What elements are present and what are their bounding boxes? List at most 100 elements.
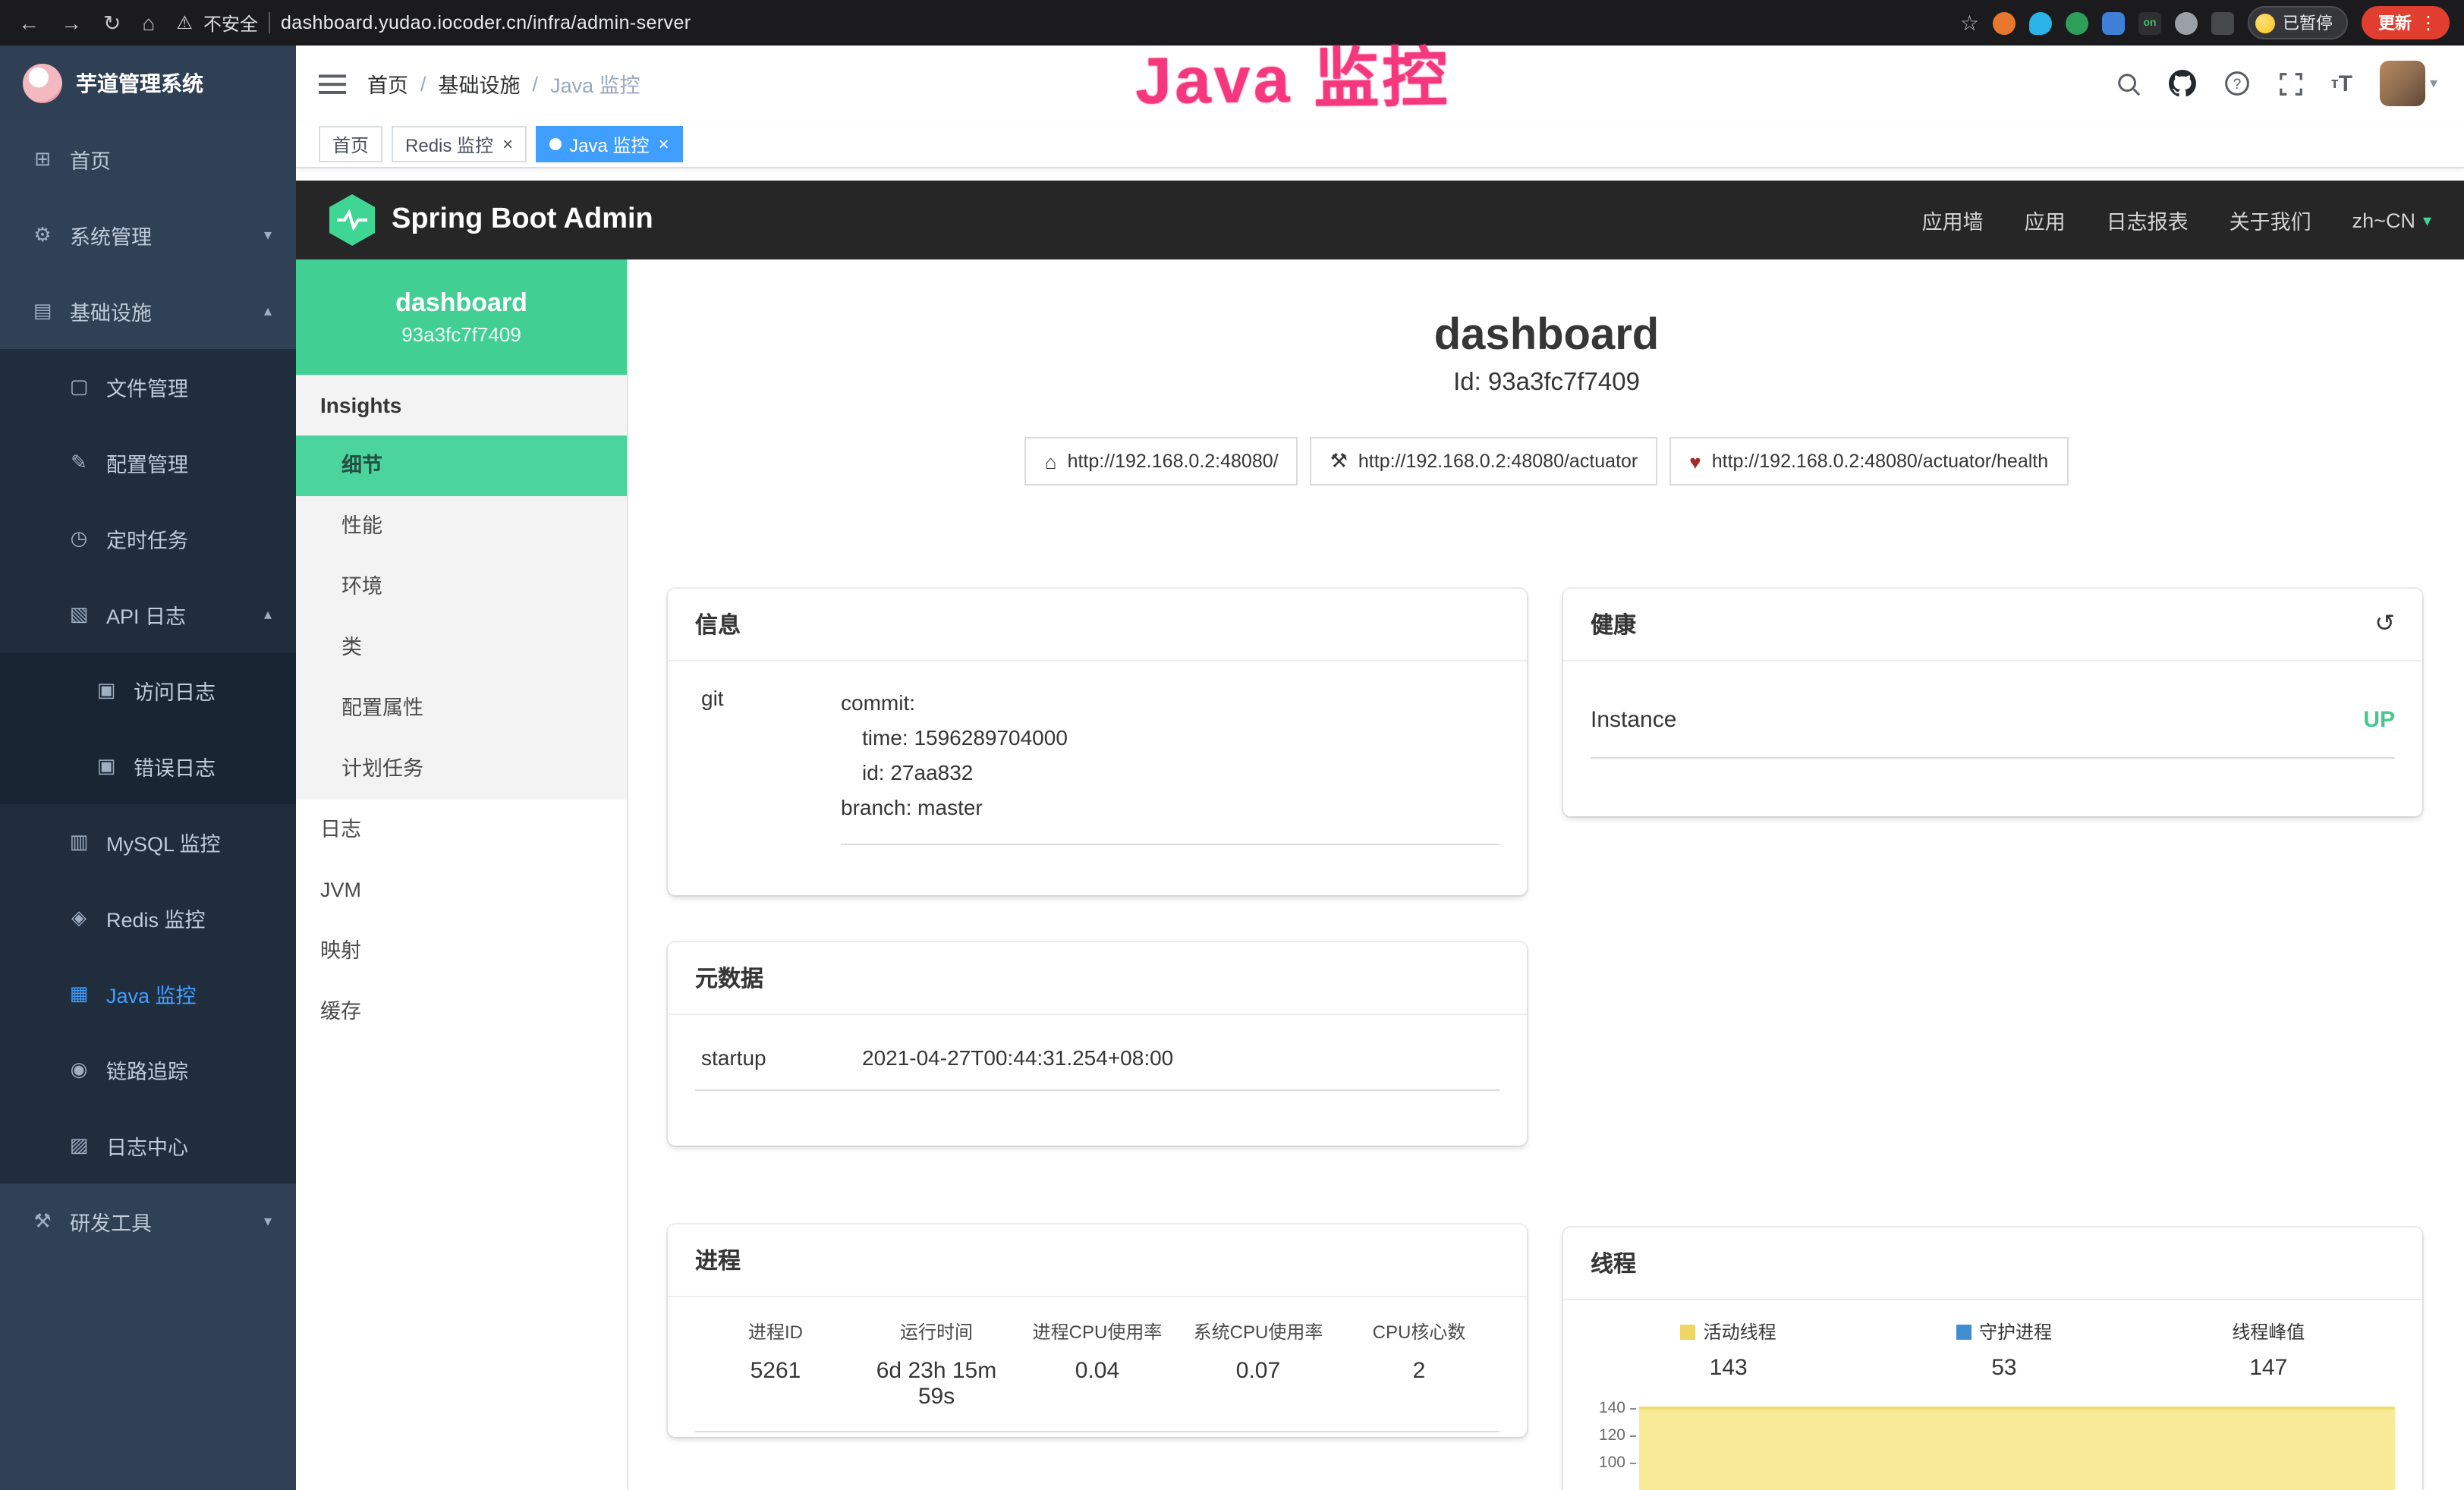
fullscreen-icon[interactable] [2278, 71, 2304, 96]
sba-menu-environment[interactable]: 环境 [296, 557, 627, 618]
sidebar-item-file-mgmt[interactable]: ▢ 文件管理 [0, 349, 296, 425]
sba-menu-classes[interactable]: 类 [296, 618, 627, 678]
sidebar-item-label: 访问日志 [134, 675, 216, 706]
tab-java-monitor[interactable]: Java 监控 × [536, 126, 682, 162]
brand-title: 芋道管理系统 [76, 68, 203, 99]
sba-menu-caches[interactable]: 缓存 [296, 982, 627, 1042]
tab-home[interactable]: 首页 [319, 126, 382, 162]
instance-subtitle: Id: 93a3fc7f7409 [628, 369, 2464, 398]
metadata-card: 元数据 startup 2021-04-27T00:44:31.254+08:0… [668, 942, 1527, 1146]
search-icon[interactable] [2116, 71, 2141, 96]
sba-menu-metrics[interactable]: 性能 [296, 496, 627, 557]
instance-links: ⌂ http://192.168.0.2:48080/ ⚒ http://192… [628, 437, 2464, 486]
service-url-link[interactable]: ⌂ http://192.168.0.2:48080/ [1025, 437, 1298, 486]
sidebar-item-infrastructure[interactable]: ▤ 基础设施 ▴ [0, 273, 296, 349]
sidebar-item-config-mgmt[interactable]: ✎ 配置管理 [0, 425, 296, 501]
process-pid: 进程ID 5261 [695, 1319, 856, 1410]
monitor-icon: ▦ [67, 982, 91, 1006]
app-logo[interactable]: 芋道管理系统 [0, 46, 296, 121]
bookmark-star-icon[interactable]: ☆ [1960, 10, 1979, 36]
extension-on-icon[interactable]: on [2138, 11, 2161, 34]
sidebar-item-access-logs[interactable]: ▣ 访问日志 [0, 652, 296, 728]
sidebar-item-label: MySQL 监控 [106, 827, 221, 857]
sba-locale-selector[interactable]: zh~CN ▾ [2352, 209, 2431, 231]
sidebar-item-scheduled-jobs[interactable]: ◷ 定时任务 [0, 501, 296, 577]
sba-menu-insights[interactable]: Insights [296, 375, 627, 435]
database-icon: ▥ [67, 830, 91, 854]
edit-icon: ✎ [67, 451, 91, 475]
info-card: 信息 git commit: time: 1596289704000 id: 2… [668, 589, 1527, 895]
sidebar-item-error-logs[interactable]: ▣ 错误日志 [0, 728, 296, 804]
extension-green-icon[interactable] [2066, 11, 2088, 34]
extension-leaf-icon[interactable] [2175, 11, 2198, 34]
sba-menu-config-props[interactable]: 配置属性 [296, 678, 627, 739]
chevron-up-icon: ▴ [264, 303, 272, 319]
sba-nav-journal[interactable]: 日志报表 [2107, 205, 2189, 235]
health-url-link[interactable]: ♥ http://192.168.0.2:48080/actuator/heal… [1669, 437, 2068, 486]
sidebar-item-label: 日志中心 [106, 1130, 188, 1161]
address-bar[interactable]: ⚠ 不安全 dashboard.yudao.iocoder.cn/infra/a… [176, 10, 691, 36]
sidebar-item-dev-tools[interactable]: ⚒ 研发工具 ▾ [0, 1184, 296, 1259]
sba-brand-title[interactable]: Spring Boot Admin [392, 203, 653, 237]
sidebar-item-api-logs[interactable]: ▧ API 日志 ▴ [0, 577, 296, 652]
reload-icon[interactable]: ↻ [103, 10, 121, 36]
sba-content: dashboard Id: 93a3fc7f7409 ⌂ http://192.… [628, 259, 2464, 1490]
sba-menu-scheduled-tasks[interactable]: 计划任务 [296, 739, 627, 800]
sidebar-item-system-mgmt[interactable]: ⚙ 系统管理 ▾ [0, 197, 296, 273]
sba-menu-logfile[interactable]: 日志 [296, 800, 627, 860]
help-icon[interactable]: ? [2223, 70, 2251, 97]
tab-redis-monitor[interactable]: Redis 监控 × [392, 126, 527, 162]
redis-icon: ◈ [67, 906, 91, 930]
legend-live-threads: 活动线程 143 [1681, 1319, 1776, 1381]
kebab-menu-icon[interactable]: ⋮ [2419, 12, 2437, 33]
extension-drop-icon[interactable] [2029, 11, 2052, 34]
extension-fox-icon[interactable] [1993, 11, 2016, 34]
sba-menu-details[interactable]: 细节 [296, 435, 627, 496]
sidebar-item-home[interactable]: ⊞ 首页 [0, 121, 296, 197]
legend-daemon-threads: 守护进程 53 [1956, 1319, 2052, 1381]
breadcrumb-home[interactable]: 首页 [367, 68, 408, 99]
sidebar-item-redis-monitor[interactable]: ◈ Redis 监控 [0, 880, 296, 956]
sidebar-item-label: API 日志 [106, 599, 186, 630]
actuator-url-link[interactable]: ⚒ http://192.168.0.2:48080/actuator [1311, 437, 1658, 486]
profile-avatar-icon [2255, 13, 2275, 33]
sidebar-item-label: 链路追踪 [106, 1055, 188, 1085]
sidebar-item-label: 错误日志 [134, 751, 216, 781]
forward-icon[interactable]: → [61, 10, 82, 36]
sba-nav-wallboard[interactable]: 应用墙 [1922, 205, 1984, 235]
close-icon[interactable]: × [502, 135, 513, 153]
close-icon[interactable]: × [658, 135, 669, 153]
back-icon[interactable]: ← [18, 10, 39, 36]
active-dot-icon [549, 138, 562, 150]
extension-puzzle-icon[interactable] [2211, 11, 2234, 34]
font-size-icon[interactable]: тT [2331, 71, 2352, 96]
sidebar-toggle-icon[interactable] [296, 72, 367, 95]
user-avatar[interactable]: ▾ [2380, 61, 2437, 106]
sba-instance-header[interactable]: dashboard 93a3fc7f7409 [296, 259, 627, 375]
sidebar-item-mysql-monitor[interactable]: ▥ MySQL 监控 [0, 804, 296, 880]
sba-menu-jvm[interactable]: JVM [296, 860, 627, 921]
screen: ← → ↻ ⌂ ⚠ 不安全 dashboard.yudao.iocoder.cn… [0, 0, 2464, 1490]
sba-nav-applications[interactable]: 应用 [2025, 205, 2066, 235]
breadcrumb-infrastructure[interactable]: 基础设施 [439, 68, 521, 99]
legend-peak-threads: 线程峰值 147 [2232, 1319, 2305, 1381]
url-text[interactable]: dashboard.yudao.iocoder.cn/infra/admin-s… [281, 12, 691, 33]
extension-grid-icon[interactable] [2102, 11, 2125, 34]
chrome-update-button[interactable]: 更新 ⋮ [2362, 6, 2450, 39]
info-value: commit: time: 1596289704000 id: 27aa832 … [841, 686, 1499, 845]
history-icon[interactable]: ↺ [2374, 612, 2395, 637]
home-icon[interactable]: ⌂ [142, 10, 155, 36]
github-icon[interactable] [2169, 70, 2196, 97]
instance-title: dashboard [628, 311, 2464, 361]
breadcrumb-current: Java 监控 [550, 68, 640, 99]
browser-nav-buttons: ← → ↻ ⌂ [0, 10, 176, 36]
gear-icon: ⚙ [30, 223, 55, 247]
sidebar-item-log-center[interactable]: ▨ 日志中心 [0, 1108, 296, 1184]
git-time-line: time: 1596289704000 [841, 721, 1499, 756]
sidebar-item-java-monitor[interactable]: ▦ Java 监控 [0, 956, 296, 1032]
sidebar-item-tracing[interactable]: ◉ 链路追踪 [0, 1032, 296, 1108]
sba-menu-mappings[interactable]: 映射 [296, 921, 627, 982]
profile-chip[interactable]: 已暂停 [2248, 6, 2348, 39]
spring-boot-admin-logo-icon[interactable] [329, 194, 375, 246]
sba-nav-about[interactable]: 关于我们 [2230, 205, 2311, 235]
